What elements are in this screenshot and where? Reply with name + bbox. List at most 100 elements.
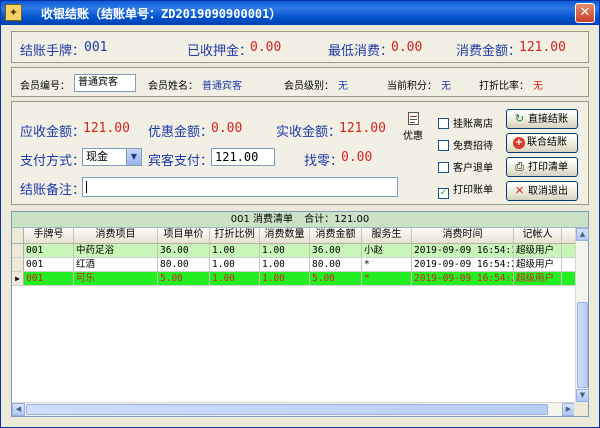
print-bill-label: 打印账单 xyxy=(453,185,493,196)
cell-discount: 1.00 xyxy=(210,244,260,257)
table-row-selected[interactable]: ▶ 001 可乐 5.00 1.00 1.00 5.00 * 2019-09-0… xyxy=(12,272,576,286)
min-spend-label: 最低消费： xyxy=(328,44,394,59)
scroll-left-icon[interactable]: ◀ xyxy=(12,403,25,416)
cell-time: 2019-09-09 16:54:22 xyxy=(414,258,514,271)
refund-checkbox[interactable]: 客户退单 xyxy=(438,159,493,174)
member-name-value: 普通宾客 xyxy=(202,81,242,92)
col-header-time[interactable]: 消费时间 xyxy=(412,228,514,243)
promo-label: 优惠 xyxy=(403,131,423,142)
checkmark-icon[interactable]: ✓ xyxy=(438,188,449,199)
vertical-scroll-thumb[interactable] xyxy=(577,302,588,388)
receivable-value: 121.00 xyxy=(83,121,130,136)
consumption-grid[interactable]: 001 消费清单 合计：121.00 手牌号 消费项目 项目单价 打折比例 消费… xyxy=(11,211,589,417)
col-header-waiter[interactable]: 服务生 xyxy=(362,228,412,243)
remark-input[interactable] xyxy=(82,177,398,197)
col-header-discount[interactable]: 打折比例 xyxy=(210,228,260,243)
close-button[interactable]: ✕ xyxy=(575,3,595,23)
hang-checkbox[interactable]: 挂账离店 xyxy=(438,115,493,130)
deposit-value: 0.00 xyxy=(250,40,282,55)
payment-method-select[interactable]: 现金 ▼ xyxy=(82,148,142,166)
member-level-value: 无 xyxy=(338,81,348,92)
horizontal-scrollbar[interactable]: ◀ ▶ xyxy=(12,402,575,416)
checkout-window: ✦ 收银结账（结账单号：ZD2019090900001） ✕ 结账手牌： 001… xyxy=(0,0,600,428)
free-label: 免费招待 xyxy=(453,141,493,152)
scroll-down-icon[interactable]: ▼ xyxy=(576,389,589,402)
chevron-down-icon[interactable]: ▼ xyxy=(126,149,141,165)
hang-checkbox-box[interactable] xyxy=(438,118,449,129)
discount-value: 无 xyxy=(533,81,543,92)
col-header-bracelet[interactable]: 手牌号 xyxy=(24,228,74,243)
change-label: 找零： xyxy=(304,154,344,169)
bracelet-label: 结账手牌： xyxy=(20,44,86,59)
change-value: 0.00 xyxy=(341,150,373,165)
cell-price: 80.00 xyxy=(158,258,210,271)
refund-checkbox-box[interactable] xyxy=(438,162,449,173)
cell-time: 2019-09-09 16:54:23 xyxy=(414,272,514,285)
col-header-quantity[interactable]: 消费数量 xyxy=(260,228,310,243)
col-header-amount[interactable]: 消费金额 xyxy=(310,228,362,243)
close-icon: ✕ xyxy=(514,184,525,197)
direct-checkout-label: 直接结账 xyxy=(528,114,568,125)
cell-item: 中药足浴 xyxy=(74,244,158,257)
benefit-label: 优惠金额： xyxy=(148,125,214,140)
row-header[interactable] xyxy=(12,244,24,257)
free-checkbox[interactable]: 免费招待 xyxy=(438,137,493,152)
cell-amount: 36.00 xyxy=(310,244,362,257)
free-checkbox-box[interactable] xyxy=(438,140,449,151)
vertical-scrollbar[interactable]: ▲ ▼ xyxy=(575,228,589,402)
current-row-marker[interactable]: ▶ xyxy=(12,272,24,285)
refresh-icon: ↻ xyxy=(514,112,525,125)
cell-discount: 1.00 xyxy=(210,272,260,285)
col-header-item[interactable]: 消费项目 xyxy=(74,228,158,243)
window-title: 收银结账（结账单号：ZD2019090900001） xyxy=(41,7,282,21)
combined-checkout-button[interactable]: + 联合结账 xyxy=(506,133,578,153)
plus-icon: + xyxy=(513,137,525,149)
cell-amount: 80.00 xyxy=(310,258,362,271)
grid-caption-title: 001 消费清单 xyxy=(230,214,294,225)
cell-item: 可乐 xyxy=(74,272,158,285)
table-row[interactable]: 001 中药足浴 36.00 1.00 1.00 36.00 小赵 2019-0… xyxy=(12,244,576,258)
deposit-label: 已收押金： xyxy=(187,44,253,59)
table-row[interactable]: 001 红酒 80.00 1.00 1.00 80.00 * 2019-09-0… xyxy=(12,258,576,272)
print-list-button[interactable]: ⎙ 打印清单 xyxy=(506,157,578,177)
member-id-label: 会员编号： xyxy=(20,81,70,92)
scroll-up-icon[interactable]: ▲ xyxy=(576,228,589,241)
promo-button[interactable]: 优惠 xyxy=(400,112,426,142)
cancel-exit-button[interactable]: ✕ 取消退出 xyxy=(506,181,578,201)
direct-checkout-button[interactable]: ↻ 直接结账 xyxy=(506,109,578,129)
guest-pay-label: 宾客支付： xyxy=(148,154,214,169)
col-header-recorder[interactable]: 记帐人 xyxy=(514,228,562,243)
spend-label: 消费金额： xyxy=(456,44,522,59)
bracelet-value: 001 xyxy=(84,40,108,55)
payment-panel: 应收金额： 121.00 优惠金额： 0.00 实收金额： 121.00 优惠 … xyxy=(11,101,589,205)
member-points-value: 无 xyxy=(441,81,451,92)
combined-checkout-label: 联合结账 xyxy=(527,137,567,148)
cancel-exit-label: 取消退出 xyxy=(528,186,568,197)
cell-waiter: * xyxy=(362,272,412,285)
print-bill-checkbox[interactable]: ✓ 打印账单 xyxy=(438,181,493,199)
method-label: 支付方式： xyxy=(20,154,86,169)
benefit-value: 0.00 xyxy=(211,121,243,136)
discount-label: 打折比率： xyxy=(479,81,529,92)
guest-pay-input[interactable]: 121.00 xyxy=(211,148,275,166)
print-list-label: 打印清单 xyxy=(528,162,568,173)
cell-waiter: * xyxy=(362,258,412,271)
hang-label: 挂账离店 xyxy=(453,119,493,130)
payment-method-value: 现金 xyxy=(86,150,108,163)
member-level-label: 会员级别： xyxy=(284,81,334,92)
cell-item: 红酒 xyxy=(74,258,158,271)
horizontal-scroll-thumb[interactable] xyxy=(26,404,548,415)
col-header-price[interactable]: 项目单价 xyxy=(158,228,210,243)
cell-quantity: 1.00 xyxy=(260,244,310,257)
cell-waiter: 小赵 xyxy=(362,244,412,257)
cell-bracelet: 001 xyxy=(24,258,74,271)
refund-label: 客户退单 xyxy=(453,163,493,174)
row-header[interactable] xyxy=(12,258,24,271)
cell-price: 5.00 xyxy=(158,272,210,285)
title-bar[interactable]: ✦ 收银结账（结账单号：ZD2019090900001） ✕ xyxy=(1,1,599,25)
grid-header: 手牌号 消费项目 项目单价 打折比例 消费数量 消费金额 服务生 消费时间 记帐… xyxy=(12,228,576,244)
app-icon: ✦ xyxy=(5,4,22,21)
member-id-input[interactable]: 普通宾客 xyxy=(74,74,136,92)
receivable-label: 应收金额： xyxy=(20,125,86,140)
grid-caption: 001 消费清单 合计：121.00 xyxy=(12,212,588,228)
